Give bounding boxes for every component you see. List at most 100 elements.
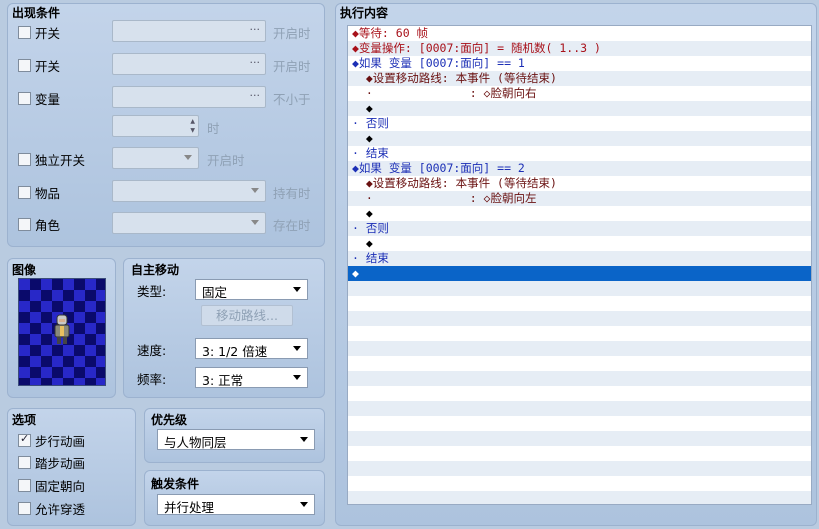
variable-select: ··· [112, 86, 266, 108]
command-row[interactable]: ◆ [348, 236, 811, 251]
chevron-down-icon [300, 502, 308, 507]
checkbox-label: 步行动画 [35, 434, 86, 449]
command-row[interactable]: ◆ [348, 101, 811, 116]
frequency-select-value: 3: 正常 [202, 373, 244, 388]
variable-time-suffix: 时 [207, 121, 220, 136]
command-row[interactable]: · : ◇脸朝向左 [348, 191, 811, 206]
item-suffix: 持有时 [273, 186, 311, 201]
switch1-checkbox[interactable]: 开关 [18, 23, 60, 42]
checkbox-box[interactable] [18, 186, 31, 199]
variable-checkbox[interactable]: 变量 [18, 89, 60, 108]
conditions-title: 出现条件 [12, 6, 61, 20]
checkbox-label: 踏步动画 [35, 456, 86, 471]
event-image-preview[interactable] [18, 278, 106, 386]
checkbox-box[interactable] [18, 432, 31, 447]
empty-row[interactable] [348, 341, 811, 356]
execution-title: 执行内容 [340, 6, 389, 20]
checkbox-box[interactable] [18, 59, 31, 72]
checkbox-box[interactable] [18, 502, 31, 515]
empty-row[interactable] [348, 491, 811, 504]
checkbox-label: 独立开关 [35, 153, 86, 168]
empty-row[interactable] [348, 461, 811, 476]
command-row[interactable]: ◆ [348, 266, 811, 281]
chevron-down-icon [184, 155, 192, 160]
checkbox-box[interactable] [18, 153, 31, 166]
trigger-title: 触发条件 [151, 477, 200, 491]
move-route-button[interactable]: 移动路线... [201, 305, 293, 326]
checkbox-label: 固定朝向 [35, 479, 86, 494]
self-switch-checkbox[interactable]: 独立开关 [18, 150, 85, 169]
command-row[interactable]: ◆如果 变量 [0007:面向] == 1 [348, 56, 811, 71]
checkbox-box[interactable] [18, 26, 31, 39]
command-row[interactable]: ◆设置移动路线: 本事件 (等待结束) [348, 71, 811, 86]
checkbox-box[interactable] [18, 92, 31, 105]
command-row[interactable]: · 结束 [348, 251, 811, 266]
actor-select [112, 212, 266, 234]
command-row[interactable]: · 结束 [348, 146, 811, 161]
switch2-checkbox[interactable]: 开关 [18, 56, 60, 75]
empty-row[interactable] [348, 446, 811, 461]
walking-anim-checkbox[interactable]: 步行动画 [18, 431, 85, 450]
speed-select-value: 3: 1/2 倍速 [202, 344, 268, 359]
command-row[interactable]: ◆等待: 60 帧 [348, 26, 811, 41]
command-row[interactable]: ◆如果 变量 [0007:面向] == 2 [348, 161, 811, 176]
empty-row[interactable] [348, 371, 811, 386]
empty-row[interactable] [348, 476, 811, 491]
empty-row[interactable] [348, 356, 811, 371]
image-title: 图像 [12, 263, 37, 277]
empty-row[interactable] [348, 326, 811, 341]
trigger-select-value: 并行处理 [164, 500, 215, 515]
command-row[interactable]: ◆变量操作: [0007:面向] = 随机数( 1..3 ) [348, 41, 811, 56]
chevron-down-icon [300, 437, 308, 442]
empty-row[interactable] [348, 431, 811, 446]
variable-value-spinner: ▲ ▼ [112, 115, 199, 137]
empty-row[interactable] [348, 296, 811, 311]
chevron-down-icon [293, 287, 301, 292]
chevron-down-icon [293, 346, 301, 351]
command-list[interactable]: ◆等待: 60 帧 ◆变量操作: [0007:面向] = 随机数( 1..3 ) ◆… [347, 25, 812, 505]
priority-title: 优先级 [151, 413, 188, 427]
character-sprite-icon [54, 314, 70, 344]
command-row[interactable]: ◆设置移动路线: 本事件 (等待结束) [348, 176, 811, 191]
command-row[interactable]: ◆ [348, 131, 811, 146]
autonomous-title: 自主移动 [131, 263, 180, 277]
actor-checkbox[interactable]: 角色 [18, 215, 60, 234]
checkbox-label: 变量 [35, 92, 61, 107]
command-row[interactable]: · : ◇脸朝向右 [348, 86, 811, 101]
speed-select[interactable]: 3: 1/2 倍速 [195, 338, 308, 359]
options-title: 选项 [12, 413, 37, 427]
empty-row[interactable] [348, 311, 811, 326]
type-select[interactable]: 固定 [195, 279, 308, 300]
checkbox-label: 开关 [35, 26, 61, 41]
checkbox-box[interactable] [18, 479, 31, 492]
empty-row[interactable] [348, 386, 811, 401]
checkbox-box[interactable] [18, 456, 31, 469]
ellipsis-icon: ··· [249, 56, 261, 69]
command-row[interactable]: · 否则 [348, 116, 811, 131]
command-row[interactable]: · 否则 [348, 221, 811, 236]
empty-row[interactable] [348, 281, 811, 296]
switch2-select: ··· [112, 53, 266, 75]
trigger-select[interactable]: 并行处理 [157, 494, 315, 515]
spinner-arrows-icon: ▲ ▼ [190, 118, 195, 134]
direction-fix-checkbox[interactable]: 固定朝向 [18, 476, 85, 495]
actor-suffix: 存在时 [273, 218, 311, 233]
command-row[interactable]: ◆ [348, 206, 811, 221]
chevron-down-icon [293, 375, 301, 380]
priority-select[interactable]: 与人物同层 [157, 429, 315, 450]
item-checkbox[interactable]: 物品 [18, 183, 60, 202]
empty-row[interactable] [348, 401, 811, 416]
self-switch-suffix: 开启时 [207, 153, 245, 168]
stepping-anim-checkbox[interactable]: 踏步动画 [18, 453, 85, 472]
checkbox-label: 角色 [35, 218, 61, 233]
frequency-select[interactable]: 3: 正常 [195, 367, 308, 388]
switch1-select: ··· [112, 20, 266, 42]
variable-suffix: 不小于 [273, 92, 311, 107]
empty-row[interactable] [348, 416, 811, 431]
through-checkbox[interactable]: 允许穿透 [18, 499, 85, 518]
chevron-down-icon [251, 220, 259, 225]
speed-label: 速度: [137, 343, 167, 358]
type-select-value: 固定 [202, 285, 228, 300]
checkbox-box[interactable] [18, 218, 31, 231]
ellipsis-icon: ··· [249, 89, 261, 102]
